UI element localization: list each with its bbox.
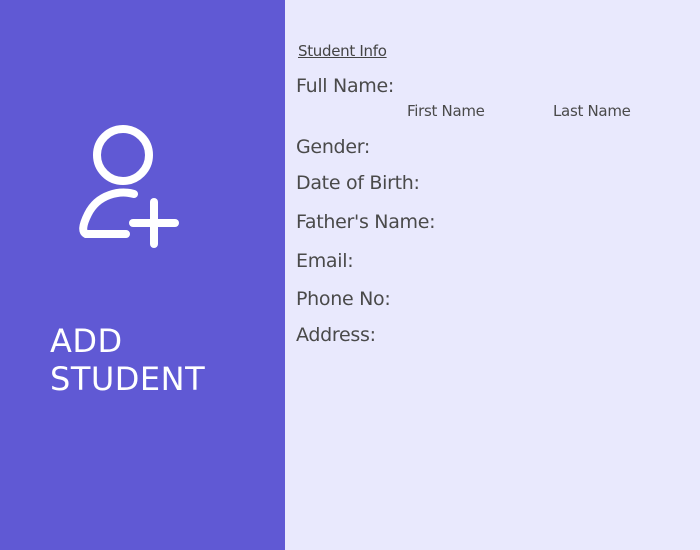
add-user-icon <box>79 125 179 248</box>
section-title: Student Info <box>298 42 387 60</box>
panel-title-line1: ADD <box>50 322 123 360</box>
panel-title-line2: STUDENT <box>50 360 206 398</box>
address-label: Address: <box>296 324 376 346</box>
dob-label: Date of Birth: <box>296 172 420 194</box>
full-name-label: Full Name: <box>296 75 394 97</box>
panel-title: ADD STUDENT <box>50 322 205 398</box>
email-label: Email: <box>296 250 354 272</box>
gender-label: Gender: <box>296 136 370 158</box>
phone-label: Phone No: <box>296 288 391 310</box>
left-panel: ADD STUDENT <box>0 0 285 550</box>
father-name-label: Father's Name: <box>296 211 436 233</box>
first-name-label: First Name <box>407 102 485 120</box>
last-name-label: Last Name <box>553 102 631 120</box>
